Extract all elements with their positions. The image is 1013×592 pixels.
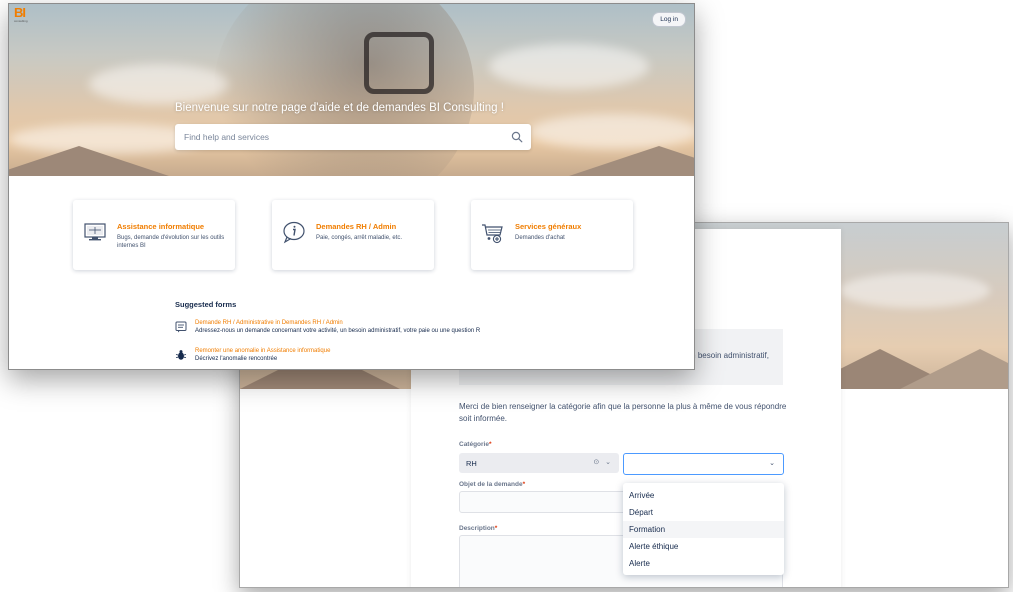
- chevron-down-icon[interactable]: ⌄: [769, 459, 775, 467]
- help-center-window: BI consulting Log in Bienvenue sur notre…: [8, 3, 695, 370]
- categorie-label: Catégorie*: [459, 441, 492, 448]
- card-description: Demandes d'achat: [515, 235, 565, 241]
- card-services-generaux[interactable]: Services généraux Demandes d'achat: [471, 200, 633, 270]
- form-icon: [175, 321, 187, 333]
- card-assistance-informatique[interactable]: Assistance informatique Bugs, demande d'…: [73, 200, 235, 270]
- clear-icon[interactable]: ⊙: [593, 459, 599, 466]
- description-label: Description*: [459, 525, 498, 532]
- card-title: Services généraux: [515, 222, 582, 231]
- hero-banner: BI consulting Log in Bienvenue sur notre…: [9, 4, 694, 176]
- card-title: Demandes RH / Admin: [316, 222, 397, 231]
- suggested-form-description: Décrivez l'anomalie rencontrée: [195, 356, 278, 362]
- login-button[interactable]: Log in: [652, 12, 686, 27]
- dropdown-option-alerte[interactable]: Alerte: [623, 555, 784, 572]
- dropdown-option-alerte-ethique[interactable]: Alerte éthique: [623, 538, 784, 555]
- search-placeholder: Find help and services: [184, 132, 270, 142]
- bug-icon: [175, 350, 187, 360]
- categorie-value: RH: [466, 459, 477, 468]
- hero-portrait: [214, 4, 474, 176]
- form-intro-text: Merci de bien renseigner la catégorie af…: [459, 402, 787, 423]
- hero-glasses: [364, 32, 434, 94]
- suggested-form-demande-rh[interactable]: Demande RH / Administrative in Demandes …: [175, 320, 575, 340]
- search-icon[interactable]: [511, 131, 523, 143]
- form-description-text: n besoin administratif,: [691, 351, 769, 360]
- suggested-form-title[interactable]: Demande RH / Administrative in Demandes …: [195, 320, 343, 326]
- card-demandes-rh-admin[interactable]: Demandes RH / Admin Paie, congés, arrêt …: [272, 200, 434, 270]
- computer-icon: [84, 223, 106, 241]
- sous-categorie-dropdown: Arrivée Départ Formation Alerte éthique …: [623, 483, 784, 575]
- sous-categorie-select[interactable]: ⌄: [623, 453, 784, 475]
- chat-info-icon: [283, 221, 305, 244]
- bi-logo[interactable]: BI consulting: [14, 6, 34, 24]
- chevron-down-icon[interactable]: ⌄: [605, 459, 611, 466]
- card-description: Paie, congés, arrêt maladie, etc.: [316, 235, 403, 241]
- cart-icon: [482, 224, 503, 244]
- page-title: Bienvenue sur notre page d'aide et de de…: [175, 102, 504, 114]
- suggested-forms-title: Suggested forms: [175, 300, 237, 309]
- card-title: Assistance informatique: [117, 222, 205, 231]
- suggested-form-description: Adressez-nous un demande concernant votr…: [195, 328, 481, 334]
- dropdown-option-depart[interactable]: Départ: [623, 504, 784, 521]
- dropdown-option-arrivee[interactable]: Arrivée: [623, 487, 784, 504]
- objet-label: Objet de la demande*: [459, 481, 526, 488]
- dropdown-option-formation[interactable]: Formation: [623, 521, 784, 538]
- categorie-select[interactable]: RH ⊙ ⌄: [459, 453, 619, 473]
- suggested-form-remonter-anomalie[interactable]: Remonter une anomalie in Assistance info…: [175, 348, 575, 368]
- search-input[interactable]: Find help and services: [175, 124, 531, 150]
- suggested-form-title[interactable]: Remonter une anomalie in Assistance info…: [195, 348, 330, 354]
- card-description: Bugs, demande d'évolution sur les outils…: [117, 235, 225, 249]
